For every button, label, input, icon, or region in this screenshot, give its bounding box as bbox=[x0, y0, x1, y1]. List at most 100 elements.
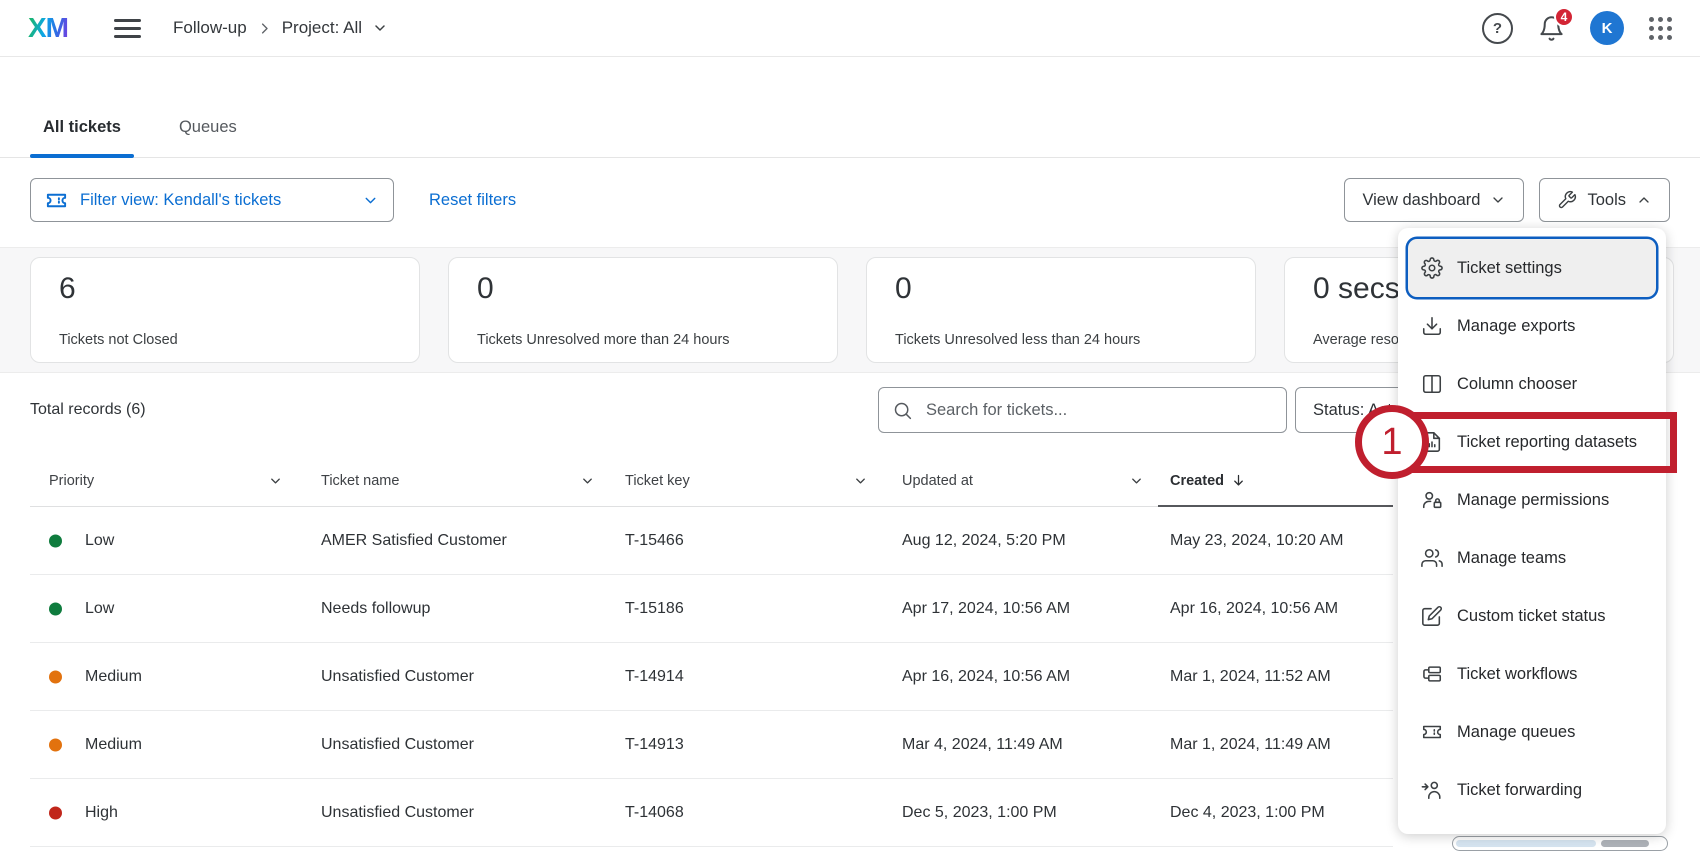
cell-ticket-key: T-15186 bbox=[625, 600, 684, 618]
table-header-row: Priority Ticket name Ticket key Updated … bbox=[30, 455, 1393, 507]
cell-priority: Low bbox=[85, 532, 114, 550]
user-lock-icon bbox=[1421, 489, 1443, 511]
cell-updated-at: Apr 16, 2024, 10:56 AM bbox=[902, 668, 1070, 686]
menu-item-column-chooser[interactable]: Column chooser bbox=[1408, 355, 1656, 413]
tab-label: All tickets bbox=[43, 118, 121, 137]
chevron-down-icon[interactable] bbox=[268, 473, 283, 488]
column-header-created[interactable]: Created bbox=[1170, 473, 1246, 489]
stat-card-not-closed: 6 Tickets not Closed bbox=[30, 257, 420, 363]
tab-label: Queues bbox=[179, 118, 237, 137]
ticket-icon bbox=[45, 189, 68, 212]
notifications-button[interactable]: 4 bbox=[1538, 15, 1565, 42]
column-header-ticket-key[interactable]: Ticket key bbox=[625, 473, 690, 489]
menu-item-label: Ticket workflows bbox=[1457, 665, 1577, 684]
cell-priority: Medium bbox=[85, 668, 142, 686]
menu-item-manage-permissions[interactable]: Manage permissions bbox=[1408, 471, 1656, 529]
search-input[interactable] bbox=[924, 400, 1273, 421]
cell-updated-at: Dec 5, 2023, 1:00 PM bbox=[902, 804, 1057, 822]
app-grid-icon[interactable] bbox=[1649, 17, 1672, 40]
table-row[interactable]: Medium Unsatisfied Customer T-14913 Mar … bbox=[30, 711, 1393, 779]
horizontal-scrollbar[interactable] bbox=[1452, 836, 1668, 851]
workflow-icon bbox=[1421, 663, 1443, 685]
menu-item-manage-queues[interactable]: Manage queues bbox=[1408, 703, 1656, 761]
tools-label: Tools bbox=[1587, 191, 1626, 210]
cell-priority: Low bbox=[85, 600, 114, 618]
hamburger-menu-icon[interactable] bbox=[114, 19, 141, 38]
chevron-down-icon[interactable] bbox=[853, 473, 868, 488]
filter-row: Filter view: Kendall's tickets Reset fil… bbox=[30, 178, 1670, 222]
column-header-priority[interactable]: Priority bbox=[49, 473, 94, 489]
stat-label: Tickets Unresolved more than 24 hours bbox=[477, 332, 809, 348]
chevron-down-icon[interactable] bbox=[372, 20, 388, 36]
view-dashboard-label: View dashboard bbox=[1362, 191, 1480, 210]
chevron-down-icon bbox=[362, 192, 379, 209]
download-icon bbox=[1421, 315, 1443, 337]
cell-ticket-name: Needs followup bbox=[321, 600, 430, 618]
tab-queues[interactable]: Queues bbox=[166, 98, 250, 157]
menu-item-label: Ticket reporting datasets bbox=[1457, 433, 1637, 452]
users-icon bbox=[1421, 547, 1443, 569]
table-row[interactable]: Medium Unsatisfied Customer T-14914 Apr … bbox=[30, 643, 1393, 711]
avatar[interactable]: K bbox=[1590, 11, 1624, 45]
column-header-ticket-name[interactable]: Ticket name bbox=[321, 473, 399, 489]
chevron-right-icon bbox=[257, 21, 272, 36]
chevron-down-icon bbox=[1490, 192, 1506, 208]
menu-item-label: Ticket forwarding bbox=[1457, 781, 1582, 800]
table-row[interactable]: Low AMER Satisfied Customer T-15466 Aug … bbox=[30, 507, 1393, 575]
cell-ticket-name: Unsatisfied Customer bbox=[321, 736, 474, 754]
reset-filters-link[interactable]: Reset filters bbox=[429, 191, 516, 210]
stat-value: 6 bbox=[59, 272, 391, 306]
priority-dot bbox=[49, 806, 62, 819]
priority-dot bbox=[49, 534, 62, 547]
tools-button[interactable]: Tools bbox=[1539, 178, 1670, 222]
priority-dot bbox=[49, 602, 62, 615]
menu-item-manage-teams[interactable]: Manage teams bbox=[1408, 529, 1656, 587]
menu-item-ticket-workflows[interactable]: Ticket workflows bbox=[1408, 645, 1656, 703]
menu-item-ticket-settings[interactable]: Ticket settings bbox=[1408, 239, 1656, 297]
priority-dot bbox=[49, 670, 62, 683]
table-row[interactable]: Low Needs followup T-15186 Apr 17, 2024,… bbox=[30, 575, 1393, 643]
column-header-updated-at[interactable]: Updated at bbox=[902, 473, 973, 489]
table-row[interactable]: High Unsatisfied Customer T-14068 Dec 5,… bbox=[30, 779, 1393, 847]
stat-value: 0 bbox=[895, 272, 1227, 306]
top-bar: XM Follow-up Project: All ? 4 K bbox=[0, 0, 1700, 57]
menu-item-ticket-forwarding[interactable]: Ticket forwarding bbox=[1408, 761, 1656, 819]
chevron-down-icon[interactable] bbox=[580, 473, 595, 488]
cell-ticket-key: T-15466 bbox=[625, 532, 684, 550]
breadcrumb-project-name[interactable]: Follow-up bbox=[173, 18, 247, 38]
cell-created: Mar 1, 2024, 11:52 AM bbox=[1170, 668, 1331, 686]
annotation-step-marker: 1 bbox=[1355, 405, 1429, 479]
cell-priority: Medium bbox=[85, 736, 142, 754]
cell-ticket-name: AMER Satisfied Customer bbox=[321, 532, 507, 550]
notification-badge: 4 bbox=[1554, 7, 1574, 27]
chevron-down-icon[interactable] bbox=[1129, 473, 1144, 488]
view-dashboard-button[interactable]: View dashboard bbox=[1344, 178, 1524, 222]
priority-dot bbox=[49, 738, 62, 751]
stat-card-unresolved-over-24h: 0 Tickets Unresolved more than 24 hours bbox=[448, 257, 838, 363]
columns-icon bbox=[1421, 373, 1443, 395]
filter-view-dropdown[interactable]: Filter view: Kendall's tickets bbox=[30, 178, 394, 222]
tab-all-tickets[interactable]: All tickets bbox=[30, 98, 134, 157]
menu-item-custom-ticket-status[interactable]: Custom ticket status bbox=[1408, 587, 1656, 645]
cell-ticket-key: T-14068 bbox=[625, 804, 684, 822]
cell-updated-at: Mar 4, 2024, 11:49 AM bbox=[902, 736, 1063, 754]
ticket-search-box[interactable] bbox=[878, 387, 1287, 433]
cell-ticket-name: Unsatisfied Customer bbox=[321, 668, 474, 686]
help-icon[interactable]: ? bbox=[1482, 13, 1513, 44]
menu-item-label: Manage queues bbox=[1457, 723, 1575, 742]
cell-created: May 23, 2024, 10:20 AM bbox=[1170, 532, 1343, 550]
annotation-step-number: 1 bbox=[1381, 421, 1402, 464]
total-records-label: Total records (6) bbox=[30, 387, 146, 433]
scrollbar-thumb[interactable] bbox=[1601, 840, 1649, 847]
cell-updated-at: Aug 12, 2024, 5:20 PM bbox=[902, 532, 1066, 550]
menu-item-manage-exports[interactable]: Manage exports bbox=[1408, 297, 1656, 355]
breadcrumb-project-selector[interactable]: Project: All bbox=[282, 18, 362, 38]
ticket-icon bbox=[1421, 721, 1443, 743]
menu-item-ticket-reporting-datasets[interactable]: Ticket reporting datasets bbox=[1408, 413, 1656, 471]
stat-label: Tickets not Closed bbox=[59, 332, 391, 348]
filter-view-label: Filter view: Kendall's tickets bbox=[80, 191, 350, 210]
stat-value: 0 bbox=[477, 272, 809, 306]
stat-card-unresolved-under-24h: 0 Tickets Unresolved less than 24 hours bbox=[866, 257, 1256, 363]
cell-created: Dec 4, 2023, 1:00 PM bbox=[1170, 804, 1325, 822]
cell-ticket-key: T-14913 bbox=[625, 736, 684, 754]
